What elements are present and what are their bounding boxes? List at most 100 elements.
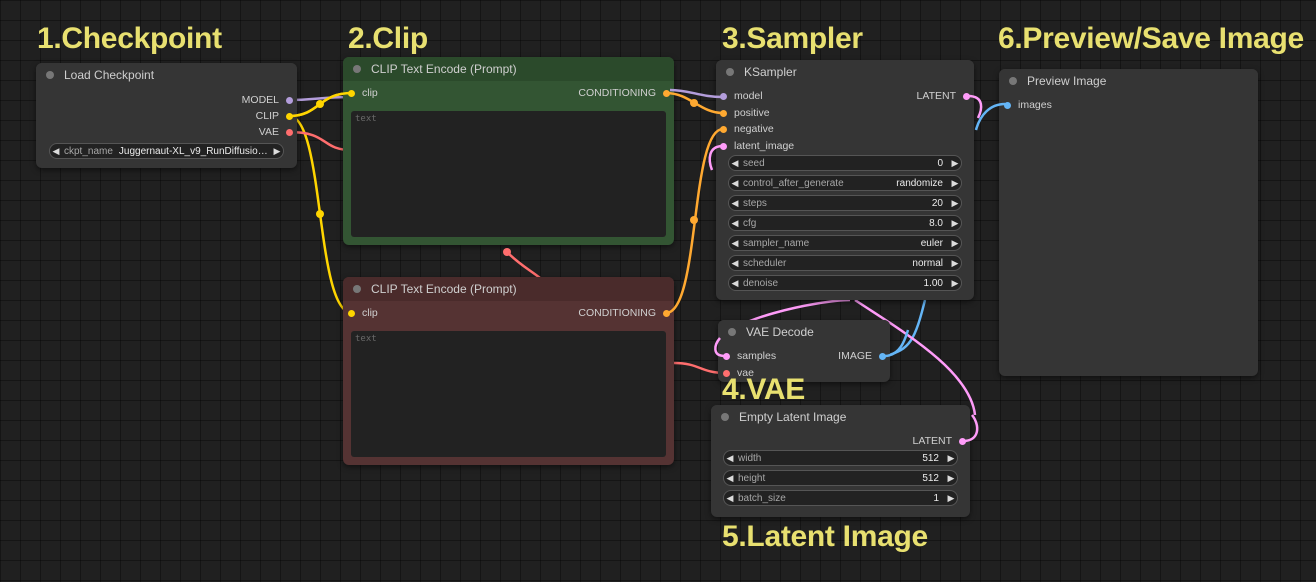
output-slot-image[interactable]: IMAGE [838,348,886,364]
output-slot-latent[interactable]: LATENT [913,433,966,449]
collapse-dot-icon[interactable] [353,285,361,293]
decrement-arrow-icon[interactable]: ◀ [729,278,741,289]
latent-socket-icon[interactable] [720,142,727,150]
decrement-arrow-icon[interactable]: ◀ [729,178,741,189]
decrement-arrow-icon[interactable]: ◀ [724,473,736,484]
node-header[interactable]: VAE Decode [718,320,890,344]
collapse-dot-icon[interactable] [728,328,736,336]
input-slot-negative[interactable]: negative [720,121,774,137]
node-header[interactable]: Preview Image [999,69,1258,93]
section-label-vae: 4.VAE [722,373,805,406]
model-socket-icon[interactable] [286,96,293,104]
increment-arrow-icon[interactable]: ▶ [271,146,283,157]
increment-arrow-icon[interactable]: ▶ [949,178,961,189]
decrement-arrow-icon[interactable]: ◀ [724,453,736,464]
conditioning-socket-icon[interactable] [663,309,670,317]
input-slot-samples[interactable]: samples [723,348,776,364]
decrement-arrow-icon[interactable]: ◀ [724,493,736,504]
input-slot-model[interactable]: model [720,88,763,104]
slot-label: samples [737,350,777,362]
control-after-generate-widget[interactable]: ◀ control_after_generate randomize ▶ [728,175,962,191]
latent-socket-icon[interactable] [963,92,970,100]
preview-image-node[interactable]: Preview Image images [999,69,1258,376]
widget-value: Juggernaut-XL_v9_RunDiffusionPhoto_v2.sa… [118,145,271,157]
prompt-textarea[interactable]: text [351,111,666,237]
vae-socket-icon[interactable] [286,128,293,136]
prompt-textarea[interactable]: text [351,331,666,457]
decrement-arrow-icon[interactable]: ◀ [729,158,741,169]
cfg-widget[interactable]: ◀ cfg 8.0 ▶ [728,215,962,231]
latent-socket-icon[interactable] [723,352,730,360]
widget-value: 1 [933,492,939,504]
collapse-dot-icon[interactable] [46,71,54,79]
conditioning-socket-icon[interactable] [720,125,727,133]
increment-arrow-icon[interactable]: ▶ [949,238,961,249]
increment-arrow-icon[interactable]: ▶ [949,198,961,209]
empty-latent-image-node[interactable]: Empty Latent Image LATENT ◀ width 512 ▶ … [711,405,970,517]
clip-socket-icon[interactable] [286,112,293,120]
increment-arrow-icon[interactable]: ▶ [949,158,961,169]
node-header[interactable]: Empty Latent Image [711,405,970,429]
model-socket-icon[interactable] [720,92,727,100]
wire-midpoint-conditioning [690,99,698,107]
decrement-arrow-icon[interactable]: ◀ [729,238,741,249]
clip-text-encode-positive-node[interactable]: CLIP Text Encode (Prompt) clip CONDITION… [343,57,674,245]
decrement-arrow-icon[interactable]: ◀ [729,258,741,269]
collapse-dot-icon[interactable] [1009,77,1017,85]
node-title: VAE Decode [746,325,814,339]
sampler-name-widget[interactable]: ◀ sampler_name euler ▶ [728,235,962,251]
output-slot-conditioning[interactable]: CONDITIONING [578,305,670,321]
denoise-widget[interactable]: ◀ denoise 1.00 ▶ [728,275,962,291]
seed-widget[interactable]: ◀ seed 0 ▶ [728,155,962,171]
node-title: Load Checkpoint [64,68,155,82]
image-socket-icon[interactable] [879,352,886,360]
decrement-arrow-icon[interactable]: ◀ [729,198,741,209]
output-slot-model[interactable]: MODEL [242,92,293,108]
input-slot-clip[interactable]: clip [348,85,378,101]
steps-widget[interactable]: ◀ steps 20 ▶ [728,195,962,211]
decrement-arrow-icon[interactable]: ◀ [729,218,741,229]
output-slot-vae[interactable]: VAE [259,124,293,140]
input-slot-clip[interactable]: clip [348,305,378,321]
input-slot-images[interactable]: images [1004,97,1052,113]
increment-arrow-icon[interactable]: ▶ [949,278,961,289]
conditioning-socket-icon[interactable] [720,109,727,117]
ksampler-node[interactable]: KSampler model positive negative latent_… [716,60,974,300]
collapse-dot-icon[interactable] [726,68,734,76]
output-slot-conditioning[interactable]: CONDITIONING [578,85,670,101]
clip-socket-icon[interactable] [348,89,355,97]
increment-arrow-icon[interactable]: ▶ [945,473,957,484]
decrement-arrow-icon[interactable]: ◀ [50,146,62,157]
slot-label: VAE [258,126,279,138]
increment-arrow-icon[interactable]: ▶ [949,218,961,229]
height-widget[interactable]: ◀ height 512 ▶ [723,470,958,486]
width-widget[interactable]: ◀ width 512 ▶ [723,450,958,466]
load-checkpoint-node[interactable]: Load Checkpoint MODEL CLIP VAE ◀ ckpt_na… [36,63,297,168]
batch-size-widget[interactable]: ◀ batch_size 1 ▶ [723,490,958,506]
input-slot-positive[interactable]: positive [720,105,770,121]
input-slot-latent-image[interactable]: latent_image [720,138,794,154]
node-header[interactable]: CLIP Text Encode (Prompt) [343,277,674,301]
increment-arrow-icon[interactable]: ▶ [949,258,961,269]
widget-label: cfg [743,217,757,229]
conditioning-socket-icon[interactable] [663,89,670,97]
latent-socket-icon[interactable] [959,437,966,445]
collapse-dot-icon[interactable] [353,65,361,73]
scheduler-widget[interactable]: ◀ scheduler normal ▶ [728,255,962,271]
output-slot-latent[interactable]: LATENT [917,88,970,104]
clip-text-encode-negative-node[interactable]: CLIP Text Encode (Prompt) clip CONDITION… [343,277,674,465]
node-header[interactable]: CLIP Text Encode (Prompt) [343,57,674,81]
widget-value: normal [912,257,943,269]
collapse-dot-icon[interactable] [721,413,729,421]
output-slot-clip[interactable]: CLIP [256,108,293,124]
widget-value: euler [920,237,943,249]
ckpt-name-combo[interactable]: ◀ ckpt_name Juggernaut-XL_v9_RunDiffusio… [49,143,284,159]
clip-socket-icon[interactable] [348,309,355,317]
increment-arrow-icon[interactable]: ▶ [945,493,957,504]
node-header[interactable]: KSampler [716,60,974,84]
node-header[interactable]: Load Checkpoint [36,63,297,87]
image-socket-icon[interactable] [1004,101,1011,109]
increment-arrow-icon[interactable]: ▶ [945,453,957,464]
section-label-checkpoint: 1.Checkpoint [37,22,222,55]
wire-midpoint-vae [503,248,511,256]
